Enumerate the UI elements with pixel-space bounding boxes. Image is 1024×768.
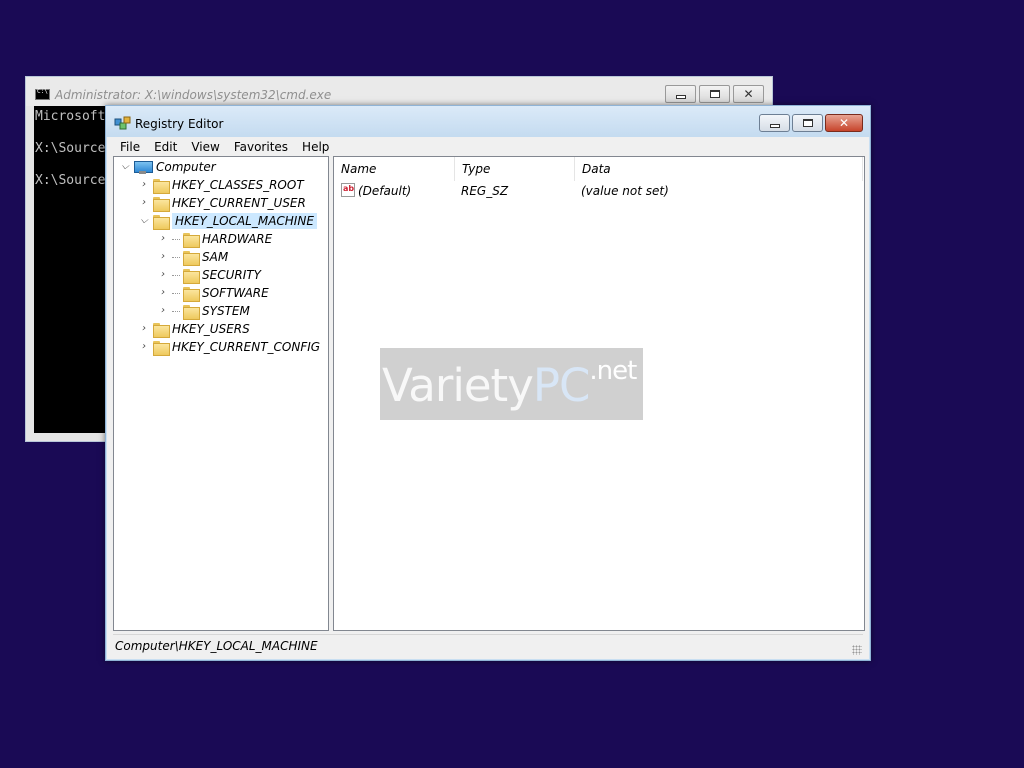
reg-window-title: Registry Editor	[135, 117, 224, 131]
chevron-right-icon[interactable]: ›	[158, 306, 168, 316]
tree-node-security[interactable]: › SECURITY	[158, 266, 261, 284]
resize-grip-icon[interactable]	[852, 645, 862, 655]
watermark-text: VarietyPC.net	[380, 356, 637, 412]
menu-favorites[interactable]: Favorites	[227, 140, 295, 154]
tree-connector	[172, 292, 180, 294]
registry-editor-icon	[114, 116, 131, 130]
folder-icon	[153, 178, 170, 194]
chevron-down-icon[interactable]: ⌵	[120, 162, 130, 172]
tree-node-sam[interactable]: › SAM	[158, 248, 228, 266]
cmd-minimize-button[interactable]	[665, 85, 696, 103]
reg-titlebar[interactable]: Registry Editor ✕	[106, 106, 870, 137]
tree-node-hkcr[interactable]: › HKEY_CLASSES_ROOT	[139, 176, 304, 194]
tree-label: HKEY_USERS	[172, 322, 250, 336]
maximize-icon	[710, 90, 720, 98]
string-value-icon: ab	[341, 183, 355, 197]
tree-label: HKEY_CLASSES_ROOT	[172, 178, 304, 192]
value-data: (value not set)	[581, 184, 669, 198]
tree-label: SECURITY	[202, 268, 261, 282]
minimize-icon	[676, 95, 686, 99]
tree-node-hklm[interactable]: ⌵ HKEY_LOCAL_MACHINE	[139, 212, 317, 230]
tree-connector	[172, 256, 180, 258]
cmd-titlebar[interactable]: Administrator: X:\windows\system32\cmd.e…	[26, 77, 772, 106]
chevron-right-icon[interactable]: ›	[158, 270, 168, 280]
tree-connector	[172, 238, 180, 240]
reg-minimize-button[interactable]	[759, 114, 790, 132]
close-icon: ✕	[743, 87, 754, 101]
computer-icon	[134, 160, 153, 174]
folder-icon	[153, 322, 170, 338]
tree-label: SAM	[202, 250, 229, 264]
menu-file[interactable]: File	[107, 140, 147, 154]
status-bar: Computer\HKEY_LOCAL_MACHINE	[113, 634, 863, 658]
tree-label: Computer	[156, 160, 216, 174]
status-path: Computer\HKEY_LOCAL_MACHINE	[115, 639, 318, 653]
maximize-icon	[803, 119, 813, 127]
folder-icon	[183, 268, 200, 284]
menu-view[interactable]: View	[184, 140, 226, 154]
menu-help[interactable]: Help	[295, 140, 336, 154]
folder-icon	[183, 232, 200, 248]
watermark-part1: Variety	[382, 359, 534, 412]
key-tree-pane[interactable]: ⌵ Computer › HKEY_CLASSES_ROOT › HKEY_CU…	[113, 156, 329, 631]
tree-node-hkcc[interactable]: › HKEY_CURRENT_CONFIG	[139, 338, 320, 356]
menu-edit[interactable]: Edit	[147, 140, 184, 154]
cmd-close-button[interactable]: ✕	[733, 85, 764, 103]
tree-label: HARDWARE	[202, 232, 273, 246]
chevron-down-icon[interactable]: ⌵	[139, 216, 149, 226]
tree-node-hku[interactable]: › HKEY_USERS	[139, 320, 250, 338]
tree-label-selected: HKEY_LOCAL_MACHINE	[172, 213, 317, 229]
chevron-right-icon[interactable]: ›	[158, 252, 168, 262]
folder-icon	[153, 340, 170, 356]
column-header-type[interactable]: Type	[455, 157, 575, 181]
minimize-icon	[770, 124, 780, 128]
column-header-name[interactable]: Name	[334, 157, 455, 181]
cmd-window-title: Administrator: X:\windows\system32\cmd.e…	[55, 88, 332, 102]
tree-node-hkcu[interactable]: › HKEY_CURRENT_USER	[139, 194, 306, 212]
folder-icon	[183, 304, 200, 320]
folder-icon	[183, 286, 200, 302]
tree-node-hardware[interactable]: › HARDWARE	[158, 230, 272, 248]
menubar: File Edit View Favorites Help	[107, 137, 869, 156]
tree-node-software[interactable]: › SOFTWARE	[158, 284, 269, 302]
watermark-logo: VarietyPC.net	[380, 348, 643, 420]
watermark-part2: PC	[532, 359, 591, 412]
chevron-right-icon[interactable]: ›	[139, 342, 149, 352]
cmd-app-icon	[35, 88, 50, 100]
value-type: REG_SZ	[461, 184, 509, 198]
tree-label: SYSTEM	[202, 304, 250, 318]
tree-connector	[172, 310, 180, 312]
tree-label: HKEY_CURRENT_CONFIG	[172, 340, 321, 354]
tree-node-system[interactable]: › SYSTEM	[158, 302, 250, 320]
chevron-right-icon[interactable]: ›	[158, 288, 168, 298]
tree-connector	[172, 274, 180, 276]
close-icon: ✕	[838, 116, 850, 130]
chevron-right-icon[interactable]: ›	[139, 198, 149, 208]
folder-icon	[153, 214, 170, 230]
chevron-right-icon[interactable]: ›	[139, 324, 149, 334]
reg-maximize-button[interactable]	[792, 114, 823, 132]
chevron-right-icon[interactable]: ›	[158, 234, 168, 244]
watermark-part3: .net	[589, 356, 637, 386]
column-header-data[interactable]: Data	[575, 157, 863, 181]
tree-label: SOFTWARE	[202, 286, 269, 300]
folder-icon	[153, 196, 170, 212]
reg-close-button[interactable]: ✕	[825, 114, 863, 132]
chevron-right-icon[interactable]: ›	[139, 180, 149, 190]
tree-node-computer[interactable]: ⌵ Computer	[120, 158, 216, 176]
cmd-maximize-button[interactable]	[699, 85, 730, 103]
tree-label: HKEY_CURRENT_USER	[172, 196, 306, 210]
value-name: (Default)	[358, 184, 412, 198]
folder-icon	[183, 250, 200, 266]
